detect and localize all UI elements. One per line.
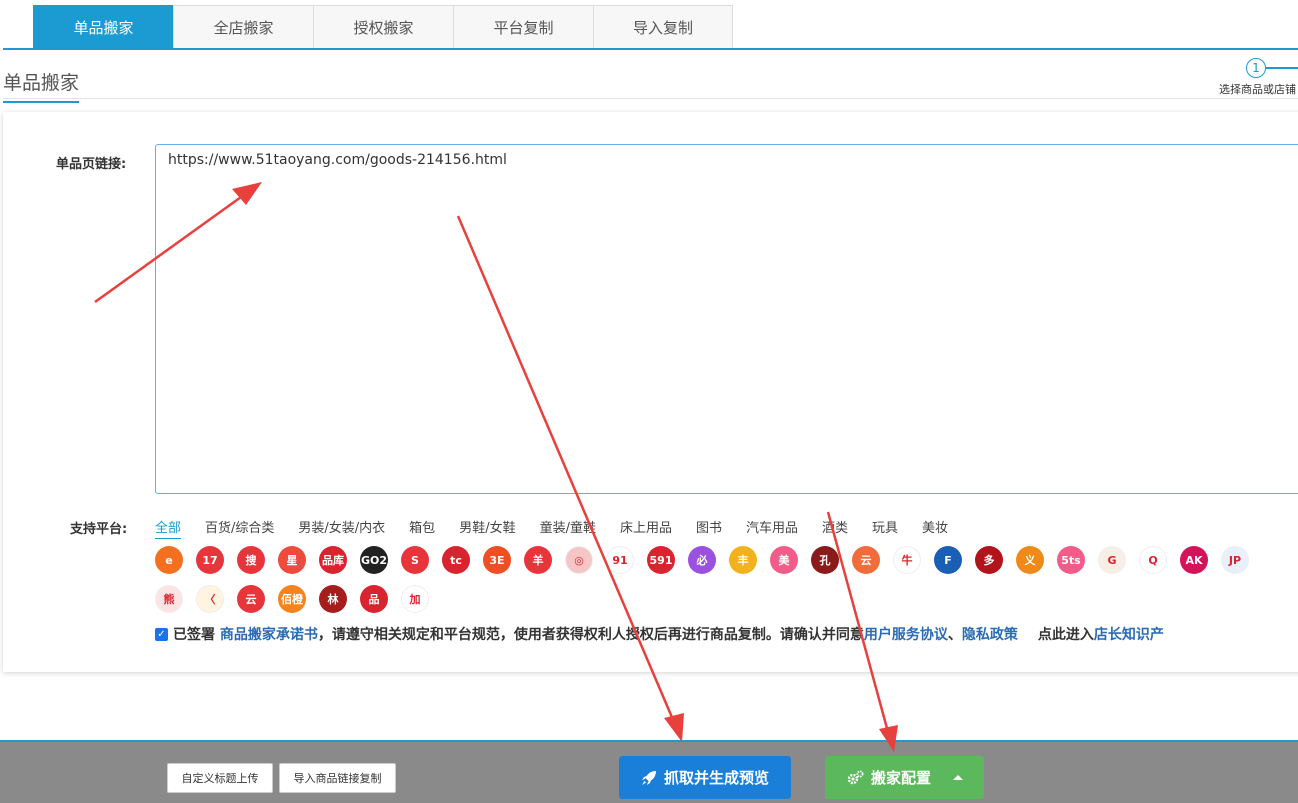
platform-icon[interactable]: 丰	[729, 546, 757, 574]
platform-icon[interactable]: Q	[1139, 546, 1167, 574]
platform-icons-row-1: e 17 搜星品库 GO2 Stc 3E 羊 ◎ 91 591 必丰美孔云牛 F 多义 5ts G Q AK JP	[155, 546, 1262, 574]
agreement-checkbox[interactable]: ✓	[155, 627, 168, 641]
platform-icon[interactable]: 3E	[483, 546, 511, 574]
tabs-underline	[3, 48, 1298, 50]
platform-icon[interactable]: ◎	[565, 546, 593, 574]
category-shoes[interactable]: 男鞋/女鞋	[459, 517, 515, 539]
move-config-label: 搬家配置	[870, 769, 931, 787]
platform-icon[interactable]: S	[401, 546, 429, 574]
caret-up-icon[interactable]	[953, 775, 963, 780]
tab-import-copy[interactable]: 导入复制	[593, 5, 733, 49]
category-all[interactable]: 全部	[155, 517, 182, 539]
platform-icon[interactable]: 云	[237, 585, 265, 613]
platform-icon[interactable]: F	[934, 546, 962, 574]
platform-icon[interactable]: 义	[1016, 546, 1044, 574]
platform-icon[interactable]: 搜	[237, 546, 265, 574]
step-indicator: 1	[1246, 58, 1266, 78]
category-general[interactable]: 百货/综合类	[205, 517, 274, 539]
platform-icon[interactable]: 多	[975, 546, 1003, 574]
platform-icon[interactable]: 林	[319, 585, 347, 613]
platform-icon[interactable]: 5ts	[1057, 546, 1085, 574]
step-label: 选择商品或店铺	[1219, 83, 1296, 96]
enter-text: 点此进入	[1037, 627, 1094, 643]
category-toys[interactable]: 玩具	[872, 517, 898, 539]
agreement-separator: 、	[947, 627, 962, 643]
platform-icon[interactable]: 星	[278, 546, 306, 574]
platform-icon[interactable]: 必	[688, 546, 716, 574]
platform-icon[interactable]: 品	[360, 585, 388, 613]
platform-icon[interactable]: 牛	[893, 546, 921, 574]
platform-icon[interactable]: e	[155, 546, 183, 574]
category-apparel[interactable]: 男装/女装/内衣	[298, 517, 385, 539]
agreement-signed: 已签署	[173, 627, 215, 643]
category-filter: 全部 百货/综合类 男装/女装/内衣 箱包 男鞋/女鞋 童装/童鞋 床上用品 图…	[155, 517, 972, 539]
tab-whole-store[interactable]: 全店搬家	[173, 5, 313, 49]
category-liquor[interactable]: 酒类	[822, 517, 848, 539]
platform-icon[interactable]: 孔	[811, 546, 839, 574]
terms-link[interactable]: 用户服务协议	[864, 624, 948, 644]
gears-icon	[847, 770, 864, 784]
platform-icon[interactable]: 佰橙	[278, 585, 306, 613]
fetch-preview-button[interactable]: 抓取并生成预览	[619, 756, 791, 799]
platform-icon[interactable]: 加	[401, 585, 429, 613]
platform-icon[interactable]: AK	[1180, 546, 1208, 574]
category-bedding[interactable]: 床上用品	[620, 517, 672, 539]
platform-icon[interactable]: 美	[770, 546, 798, 574]
platform-icon[interactable]: tc	[442, 546, 470, 574]
category-books[interactable]: 图书	[696, 517, 722, 539]
platform-icon[interactable]: GO2	[360, 546, 388, 574]
tab-bar: 单品搬家 全店搬家 授权搬家 平台复制 导入复制	[33, 5, 733, 49]
knowledge-link[interactable]: 店长知识产	[1094, 624, 1164, 644]
category-beauty[interactable]: 美妆	[922, 517, 948, 539]
category-kids[interactable]: 童装/童鞋	[540, 517, 596, 539]
rocket-icon	[641, 770, 656, 785]
move-config-button[interactable]: 搬家配置	[825, 756, 984, 799]
custom-title-upload-button[interactable]: 自定义标题上传	[167, 763, 273, 793]
step-line	[1266, 67, 1298, 69]
category-auto[interactable]: 汽车用品	[746, 517, 798, 539]
title-divider	[3, 98, 1298, 99]
platform-icon[interactable]: 熊	[155, 585, 183, 613]
platform-icon[interactable]: JP	[1221, 546, 1249, 574]
tab-single-item[interactable]: 单品搬家	[33, 5, 173, 49]
tab-platform-copy[interactable]: 平台复制	[453, 5, 593, 49]
category-bags[interactable]: 箱包	[409, 517, 435, 539]
agreement-line: ✓ 已签署 商品搬家承诺书 ，请遵守相关规定和平台规范，使用者获得权利人授权后再…	[155, 624, 1164, 644]
platform-icons-row-2: 熊〈云佰橙林品加	[155, 585, 442, 613]
platform-icon[interactable]: 品库	[319, 546, 347, 574]
import-links-copy-button[interactable]: 导入商品链接复制	[279, 763, 396, 793]
fetch-preview-label: 抓取并生成预览	[663, 769, 769, 787]
platform-icon[interactable]: 91	[606, 546, 634, 574]
url-label: 单品页链接:	[56, 157, 127, 172]
url-textarea[interactable]: https://www.51taoyang.com/goods-214156.h…	[155, 144, 1298, 494]
pledge-link[interactable]: 商品搬家承诺书	[220, 624, 318, 644]
platform-icon[interactable]: 17	[196, 546, 224, 574]
platform-icon[interactable]: G	[1098, 546, 1126, 574]
platform-icon[interactable]: 〈	[196, 585, 224, 613]
platform-icon[interactable]: 591	[647, 546, 675, 574]
platform-icon[interactable]: 羊	[524, 546, 552, 574]
agreement-text: ，请遵守相关规定和平台规范，使用者获得权利人授权后再进行商品复制。请确认并同意	[317, 627, 864, 643]
tab-authorized[interactable]: 授权搬家	[313, 5, 453, 49]
page: 单品搬家 全店搬家 授权搬家 平台复制 导入复制 单品搬家 1 选择商品或店铺 …	[0, 0, 1298, 803]
privacy-link[interactable]: 隐私政策	[962, 624, 1018, 644]
platform-icon[interactable]: 云	[852, 546, 880, 574]
platform-label: 支持平台:	[70, 522, 128, 537]
